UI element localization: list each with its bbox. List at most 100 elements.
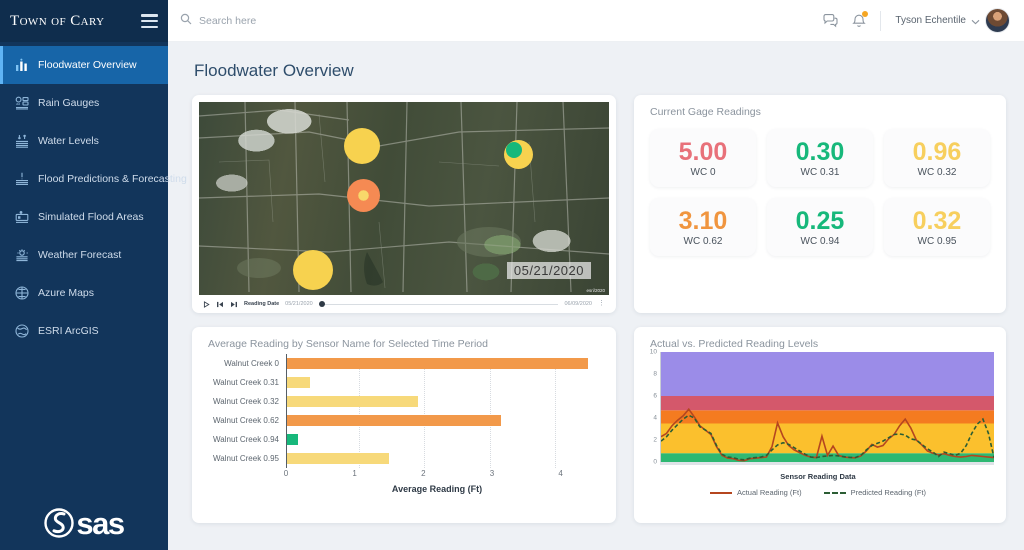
- gage-label: WC 0.95: [917, 236, 957, 247]
- sidebar-item-label: Weather Forecast: [38, 249, 122, 261]
- line-chart-svg: [661, 352, 994, 462]
- map-timeline: Reading Date 05/21/2020 06/09/2020 ⋮: [199, 295, 609, 313]
- bar-chart-row: Walnut Creek 0.94: [202, 430, 602, 449]
- line-chart-band-severe: [661, 396, 994, 411]
- line-chart-yaxis: 0 2 4 6 8 10: [642, 349, 660, 466]
- gage-label: WC 0.32: [917, 167, 957, 178]
- gage-value: 5.00: [678, 138, 728, 166]
- bell-icon[interactable]: [852, 11, 869, 28]
- chat-bubble-icon[interactable]: [823, 13, 838, 28]
- search-container[interactable]: [180, 12, 369, 30]
- dashboard-grid: 05/21/2020 esri/2020 Reading Date 05/21/…: [192, 95, 1006, 523]
- bar-xtick: 1: [352, 469, 357, 478]
- gage-tile[interactable]: 0.30 WC 0.31: [767, 129, 873, 187]
- gage-value: 3.10: [678, 207, 728, 235]
- gage-tile[interactable]: 0.96 WC 0.32: [884, 129, 990, 187]
- sidebar-item-weather-forecast[interactable]: Weather Forecast: [0, 236, 168, 274]
- legend-item-actual[interactable]: Actual Reading (Ft): [709, 488, 802, 497]
- line-ytick: 4: [653, 414, 657, 422]
- bar-fill[interactable]: [287, 377, 311, 388]
- legend-swatch-solid-line: [709, 491, 732, 494]
- main-area: Tyson Echentile Floodwater Overview: [168, 0, 1024, 550]
- kebab-menu-icon[interactable]: ⋮: [598, 300, 605, 307]
- bar-track: [286, 373, 602, 392]
- flood-prediction-icon: [14, 172, 29, 187]
- timeline-current-date: 05/21/2020: [285, 301, 313, 307]
- legend-swatch-dashed-line: [823, 491, 846, 494]
- sidebar-item-water-levels[interactable]: Water Levels: [0, 122, 168, 160]
- bar-chart-row: Walnut Creek 0.95: [202, 449, 602, 468]
- sas-wordmark: sas: [76, 505, 125, 541]
- bar-xtick: 2: [421, 469, 426, 478]
- sidebar-item-simulated-flood-areas[interactable]: Simulated Flood Areas: [0, 198, 168, 236]
- map-marker-yellow-bottom[interactable]: [293, 250, 333, 290]
- map-image[interactable]: 05/21/2020 esri/2020: [199, 102, 609, 295]
- bar-xtick: 0: [283, 469, 289, 478]
- sidebar-item-label: Simulated Flood Areas: [38, 211, 144, 223]
- gage-tile[interactable]: 0.32 WC 0.95: [884, 198, 990, 256]
- line-plot-wrap: 0 2 4 6 8 10: [642, 349, 994, 466]
- timeline-end-date: 06/09/2020: [564, 301, 592, 307]
- sidebar-item-label: Flood Predictions & Forecasting: [38, 173, 187, 185]
- user-menu[interactable]: Tyson Echentile: [895, 8, 1010, 33]
- play-icon[interactable]: [203, 300, 210, 308]
- bar-fill[interactable]: [287, 415, 501, 426]
- bar-track: [286, 430, 602, 449]
- legend-label: Predicted Reading (Ft): [850, 488, 927, 497]
- sidebar-item-esri-arcgis[interactable]: ESRI ArcGIS: [0, 312, 168, 350]
- bar-chart-xaxis: 0 1 2 3 4: [284, 468, 602, 482]
- map-marker-orange[interactable]: [347, 179, 380, 212]
- map-card: 05/21/2020 esri/2020 Reading Date 05/21/…: [192, 95, 616, 313]
- bar-chart-rows: Walnut Creek 0 Walnut Creek 0.31 Walnut Cr…: [202, 354, 602, 468]
- bar-fill[interactable]: [287, 396, 418, 407]
- simulated-flood-icon: [14, 210, 29, 225]
- bar-chart-card: Average Reading by Sensor Name for Selec…: [192, 327, 616, 523]
- line-chart-plot[interactable]: [660, 352, 994, 462]
- notification-badge: [862, 11, 869, 17]
- timeline-slider[interactable]: [318, 301, 559, 307]
- line-chart-band-high: [661, 410, 994, 424]
- line-chart-legend: Actual Reading (Ft) Predicted Reading (F…: [642, 488, 994, 497]
- bar-fill[interactable]: [287, 358, 588, 369]
- bar-fill[interactable]: [287, 453, 390, 464]
- bar-chart-body: Walnut Creek 0 Walnut Creek 0.31 Walnut Cr…: [192, 350, 616, 494]
- gage-tile[interactable]: 0.25 WC 0.94: [767, 198, 873, 256]
- bar-category-label: Walnut Creek 0.62: [213, 416, 279, 425]
- sidebar-item-label: ESRI ArcGIS: [38, 325, 99, 337]
- step-forward-icon[interactable]: [230, 301, 238, 308]
- bar-category-label: Walnut Creek 0.32: [213, 397, 279, 406]
- gage-tile[interactable]: 5.00 WC 0: [650, 129, 756, 187]
- sidebar-item-rain-gauges[interactable]: Rain Gauges: [0, 84, 168, 122]
- gage-tile[interactable]: 3.10 WC 0.62: [650, 198, 756, 256]
- sidebar-item-azure-maps[interactable]: Azure Maps: [0, 274, 168, 312]
- gage-value: 0.32: [912, 207, 962, 235]
- sidebar-item-flood-predictions[interactable]: Flood Predictions & Forecasting: [0, 160, 187, 198]
- bar-chart-xlabel: Average Reading (Ft): [391, 484, 483, 494]
- timeline-slider-thumb[interactable]: [318, 301, 325, 307]
- gage-tiles: 5.00 WC 0 0.30 WC 0.31 0.96 WC 0.32 3.10…: [634, 118, 1006, 272]
- bar-category-label: Walnut Creek 0: [224, 359, 279, 368]
- avatar[interactable]: [985, 8, 1010, 33]
- search-icon: [180, 12, 192, 30]
- gage-label: WC 0.62: [683, 236, 723, 247]
- bar-chart-row: Walnut Creek 0: [202, 354, 602, 373]
- legend-item-predicted[interactable]: Predicted Reading (Ft): [823, 488, 927, 497]
- line-chart-body: 0 2 4 6 8 10 Sensor Reading Data Actual Readi…: [634, 349, 1006, 497]
- bar-track: [286, 411, 602, 430]
- bar-category-label: Walnut Creek 0.95: [213, 454, 279, 463]
- brand-title: Town of Cary: [10, 12, 105, 29]
- bar-fill[interactable]: [287, 434, 298, 445]
- bar-category-label: Walnut Creek 0.31: [213, 378, 279, 387]
- step-back-icon[interactable]: [216, 301, 224, 308]
- map-marker-yellow-top[interactable]: [344, 128, 380, 164]
- search-input[interactable]: [199, 14, 369, 27]
- gage-label: WC 0: [690, 167, 716, 178]
- bar-chart-row: Walnut Creek 0.32: [202, 392, 602, 411]
- hamburger-icon[interactable]: [141, 14, 158, 28]
- line-ytick: 2: [653, 436, 657, 444]
- esri-arcgis-icon: [14, 324, 29, 339]
- user-name: Tyson Echentile: [895, 15, 966, 26]
- sas-logo: sas: [0, 506, 168, 540]
- map-marker-green[interactable]: [506, 142, 522, 158]
- sidebar-item-floodwater-overview[interactable]: Floodwater Overview: [0, 46, 168, 84]
